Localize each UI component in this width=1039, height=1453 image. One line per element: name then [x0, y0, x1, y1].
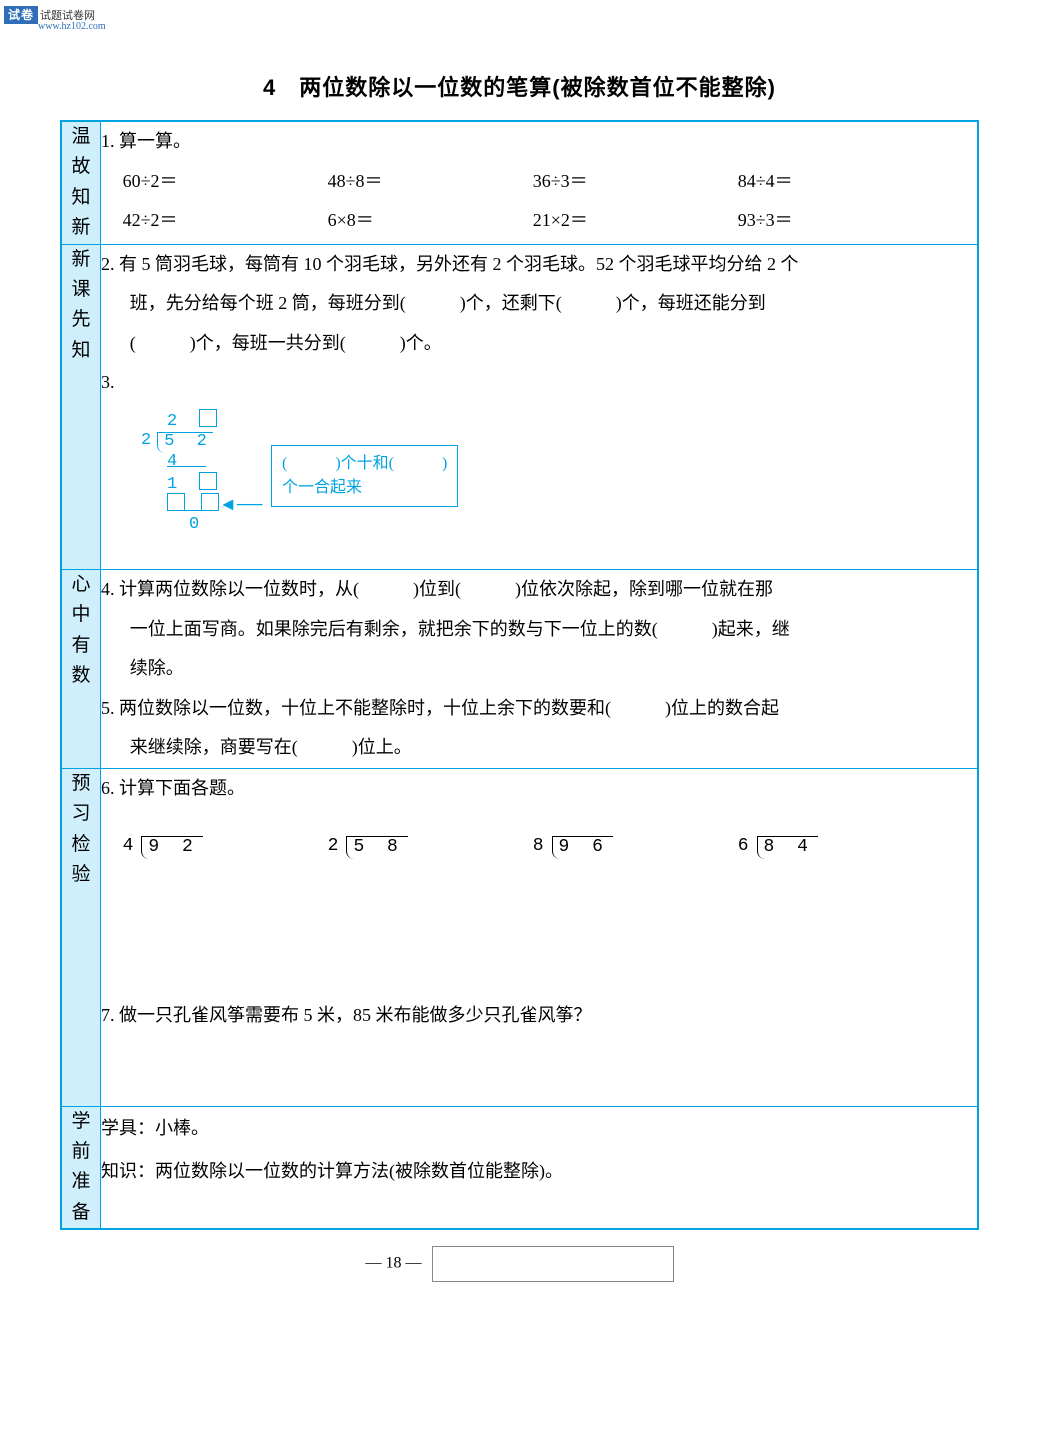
q3-diagram: 2 25 2 4 1 0 ◄── ( )个十和( ) 个一合起来: [101, 409, 977, 569]
q1-item: 48÷8＝: [328, 162, 533, 202]
q6-item: 68 4: [738, 827, 943, 867]
blank-box-icon: [199, 409, 217, 427]
section-content-prep: 学具：小棒。 知识：两位数除以一位数的计算方法(被除数首位能整除)。: [101, 1106, 979, 1229]
q3-final: 0: [189, 515, 205, 534]
q6-item: 25 8: [328, 827, 533, 867]
q1-item: 42÷2＝: [123, 201, 328, 241]
worksheet-page: 4 两位数除以一位数的笔算(被除数首位不能整除) 温故知新 1. 算一算。 60…: [0, 0, 1039, 1302]
q1-item: 21×2＝: [533, 201, 738, 241]
q1-item: 60÷2＝: [123, 162, 328, 202]
q3-long-division: 2 25 2 4 1 0: [141, 409, 219, 535]
q3-divisor: 2: [141, 431, 157, 450]
q4-line1: 4. 计算两位数除以一位数时，从( )位到( )位依次除起，除到哪一位就在那: [101, 570, 977, 610]
q2-line2: 班，先分给每个班 2 筒，每班分到( )个，还剩下( )个，每班还能分到: [130, 284, 977, 324]
q6-title: 6. 计算下面各题。: [101, 769, 977, 809]
q1-item: 36÷3＝: [533, 162, 738, 202]
q1-row1: 60÷2＝ 48÷8＝ 36÷3＝ 84÷4＝: [123, 162, 977, 202]
worksheet-table: 温故知新 1. 算一算。 60÷2＝ 48÷8＝ 36÷3＝ 84÷4＝ 42÷…: [60, 120, 979, 1230]
q1-item: 93÷3＝: [738, 201, 943, 241]
footer-blank-box: [432, 1246, 674, 1282]
section-content-summary: 4. 计算两位数除以一位数时，从( )位到( )位依次除起，除到哪一位就在那 一…: [101, 569, 979, 768]
watermark-badge: 试卷: [4, 6, 38, 24]
page-footer: — 18 —: [60, 1246, 979, 1282]
q1-item: 6×8＝: [328, 201, 533, 241]
section-label-prep: 学前准备: [61, 1106, 101, 1229]
q3-note-box: ( )个十和( ) 个一合起来: [271, 445, 458, 507]
blank-box-icon: [167, 493, 185, 511]
q6-row: 49 2 25 8 89 6 68 4: [123, 827, 977, 867]
q2-line1: 2. 有 5 筒羽毛球，每筒有 10 个羽毛球，另外还有 2 个羽毛球。52 个…: [101, 245, 977, 285]
section-content-review: 1. 算一算。 60÷2＝ 48÷8＝ 36÷3＝ 84÷4＝ 42÷2＝ 6×…: [101, 121, 979, 244]
page-title: 4 两位数除以一位数的笔算(被除数首位不能整除): [60, 70, 979, 102]
prep-line2: 知识：两位数除以一位数的计算方法(被除数首位能整除)。: [101, 1150, 977, 1193]
q1-title: 1. 算一算。: [101, 122, 977, 162]
q4-line3: 续除。: [130, 649, 977, 689]
section-label-review: 温故知新: [61, 121, 101, 244]
q5-line1: 5. 两位数除以一位数，十位上不能整除时，十位上余下的数要和( )位上的数合起: [101, 689, 977, 729]
q7-text: 7. 做一只孔雀风筝需要布 5 米，85 米布能做多少只孔雀风筝？: [101, 996, 977, 1036]
q6-item: 89 6: [533, 827, 738, 867]
section-content-check: 6. 计算下面各题。 49 2 25 8 89 6 68 4 7. 做一只孔雀风…: [101, 768, 979, 1106]
page-number: — 18 —: [366, 1255, 422, 1272]
section-label-preview: 新课先知: [61, 244, 101, 569]
q3-dividend: 5 2: [164, 432, 213, 451]
q3-note-bottom: 个一合起来: [282, 476, 447, 500]
q4-line2: 一位上面写商。如果除完后有剩余，就把余下的数与下一位上的数( )起来，继: [130, 610, 977, 650]
blank-box-icon: [201, 493, 219, 511]
q1-row2: 42÷2＝ 6×8＝ 21×2＝ 93÷3＝: [123, 201, 977, 241]
site-watermark: 试卷试题试卷网 www.hz102.com: [4, 6, 106, 32]
q1-item: 84÷4＝: [738, 162, 943, 202]
q5-line2: 来继续除，商要写在( )位上。: [130, 728, 977, 768]
q6-item: 49 2: [123, 827, 328, 867]
q3-note-top: ( )个十和( ): [282, 452, 447, 476]
q3-quotient-tens: 2: [167, 412, 183, 431]
q3-rem-tens: 1: [167, 475, 183, 494]
section-label-summary: 心中有数: [61, 569, 101, 768]
arrow-left-icon: ◄──: [219, 485, 262, 525]
prep-line1: 学具：小棒。: [101, 1107, 977, 1150]
section-content-preview: 2. 有 5 筒羽毛球，每筒有 10 个羽毛球，另外还有 2 个羽毛球。52 个…: [101, 244, 979, 569]
blank-box-icon: [199, 472, 217, 490]
q2-line3: ( )个，每班一共分到( )个。: [130, 324, 977, 364]
section-label-check: 预习检验: [61, 768, 101, 1106]
q3-title: 3.: [101, 363, 977, 403]
q3-sub1: 4: [167, 452, 183, 471]
watermark-text2: www.hz102.com: [38, 21, 106, 32]
